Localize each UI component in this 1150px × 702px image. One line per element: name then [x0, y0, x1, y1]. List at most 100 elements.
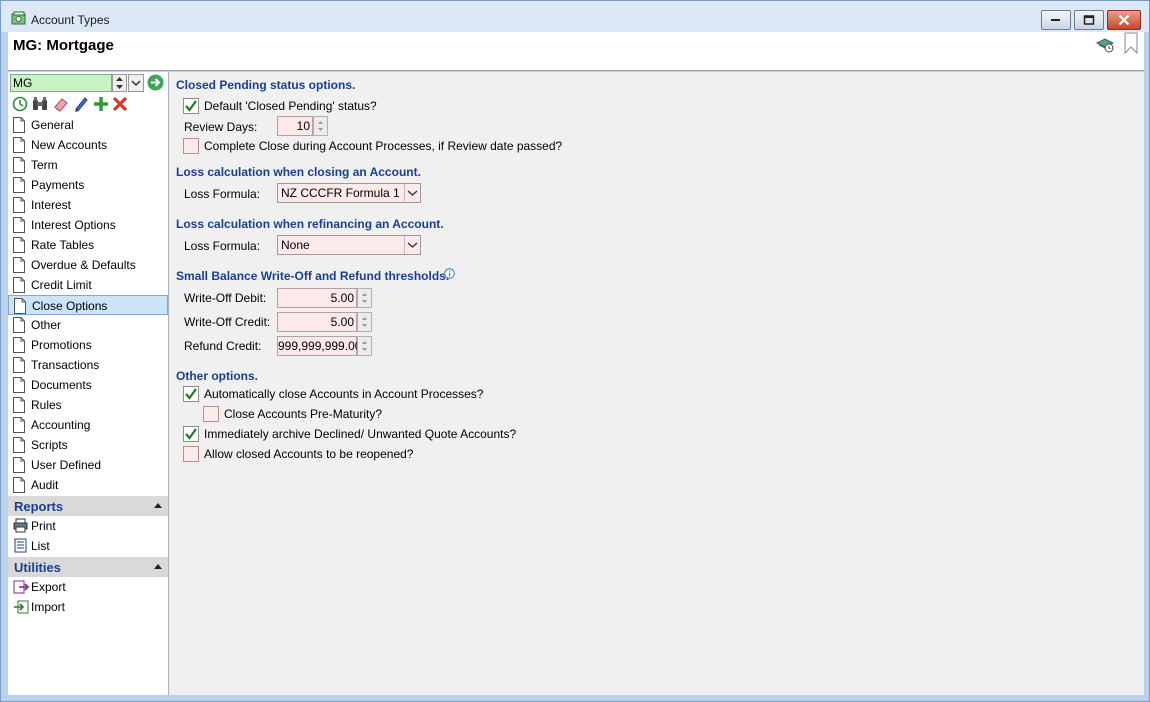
page-icon: [13, 357, 25, 373]
default-closed-pending-checkbox[interactable]: [183, 98, 199, 114]
review-days-input[interactable]: 10: [277, 116, 313, 136]
close-button[interactable]: [1107, 10, 1141, 30]
reports-item-label: List: [31, 539, 50, 553]
complete-close-label: Complete Close during Account Processes,…: [204, 139, 563, 153]
sidebar-item-close-options[interactable]: Close Options: [8, 295, 168, 315]
info-icon[interactable]: [444, 268, 455, 279]
write-off-credit-input[interactable]: 5.00: [277, 312, 357, 332]
page-icon: [13, 157, 25, 173]
close-icon: [1118, 14, 1130, 26]
sidebar-item-label: Credit Limit: [31, 278, 92, 292]
sidebar-item-label: Documents: [31, 378, 92, 392]
history-clock-icon[interactable]: [12, 96, 28, 112]
edit-pencil-icon[interactable]: [73, 96, 89, 112]
page-icon: [13, 217, 25, 233]
sidebar-item-payments[interactable]: Payments: [8, 175, 168, 195]
loss-formula-closing-select[interactable]: NZ CCCFR Formula 1: [277, 183, 421, 203]
history-icon[interactable]: [1095, 35, 1115, 53]
archive-quotes-label: Immediately archive Declined/ Unwanted Q…: [204, 427, 517, 441]
go-arrow-icon[interactable]: [147, 74, 164, 91]
chevron-up-icon: [154, 503, 162, 508]
auto-close-label: Automatically close Accounts in Account …: [204, 387, 484, 401]
sidebar-item-label: Accounting: [31, 418, 91, 432]
account-type-selector[interactable]: MG: [10, 74, 112, 92]
sidebar-item-term[interactable]: Term: [8, 155, 168, 175]
sidebar-item-credit-limit[interactable]: Credit Limit: [8, 275, 168, 295]
sidebar-item-label: Overdue & Defaults: [31, 258, 136, 272]
refund-credit-label: Refund Credit:: [184, 339, 262, 353]
restore-button[interactable]: [1074, 10, 1104, 30]
sidebar-item-label: Rate Tables: [31, 238, 95, 252]
reports-item-list[interactable]: List: [8, 536, 168, 556]
sidebar: MG General New Accounts Term Payments In…: [8, 72, 169, 695]
page-icon: [13, 417, 25, 433]
minimize-icon: [1051, 19, 1060, 21]
sidebar-item-label: Transactions: [31, 358, 100, 372]
loss-refinancing-title: Loss calculation when refinancing an Acc…: [176, 217, 444, 231]
selector-spinner[interactable]: [112, 74, 127, 92]
auto-close-checkbox[interactable]: [183, 386, 199, 402]
sidebar-item-label: Audit: [31, 478, 59, 492]
minimize-button[interactable]: [1041, 10, 1071, 30]
refund-credit-stepper[interactable]: [357, 336, 372, 356]
app-window: Account Types MG: Mortgage MG General Ne…: [0, 0, 1150, 702]
write-off-debit-stepper[interactable]: [357, 288, 372, 308]
pre-maturity-checkbox[interactable]: [203, 406, 219, 422]
sidebar-item-transactions[interactable]: Transactions: [8, 355, 168, 375]
sidebar-item-label: Promotions: [31, 338, 92, 352]
reports-section-header[interactable]: Reports: [8, 496, 168, 516]
allow-reopen-checkbox[interactable]: [183, 446, 199, 462]
page-icon: [13, 177, 25, 193]
selector-dropdown-button[interactable]: [128, 74, 144, 92]
window-title: Account Types: [31, 13, 110, 27]
sidebar-item-user-defined[interactable]: User Defined: [8, 455, 168, 475]
page-icon: [13, 337, 25, 353]
page-icon: [13, 397, 25, 413]
page-icon: [13, 457, 25, 473]
sidebar-item-documents[interactable]: Documents: [8, 375, 168, 395]
binoculars-icon[interactable]: [32, 96, 48, 112]
record-header: MG: Mortgage: [8, 32, 1144, 71]
eraser-icon[interactable]: [53, 96, 69, 112]
sidebar-item-scripts[interactable]: Scripts: [8, 435, 168, 455]
sidebar-item-interest[interactable]: Interest: [8, 195, 168, 215]
write-off-debit-input[interactable]: 5.00: [277, 288, 357, 308]
sidebar-item-label: Payments: [31, 178, 85, 192]
page-icon: [13, 277, 25, 293]
add-icon[interactable]: [93, 96, 109, 112]
sidebar-item-label: Term: [31, 158, 58, 172]
refund-credit-input[interactable]: 999,999,999.00: [277, 336, 361, 356]
checkmark-icon: [185, 428, 197, 440]
archive-quotes-checkbox[interactable]: [183, 426, 199, 442]
sidebar-item-accounting[interactable]: Accounting: [8, 415, 168, 435]
utilities-item-import[interactable]: Import: [8, 597, 168, 617]
sidebar-item-label: Interest Options: [31, 218, 116, 232]
utilities-section-title: Utilities: [14, 560, 61, 575]
sidebar-item-new-accounts[interactable]: New Accounts: [8, 135, 168, 155]
thresholds-title: Small Balance Write-Off and Refund thres…: [176, 269, 450, 283]
spin-arrows-icon: [318, 121, 323, 131]
loss-closing-title: Loss calculation when closing an Account…: [176, 165, 421, 179]
bookmark-icon[interactable]: [1123, 32, 1139, 54]
delete-icon[interactable]: [112, 96, 128, 112]
sidebar-item-promotions[interactable]: Promotions: [8, 335, 168, 355]
sidebar-item-rate-tables[interactable]: Rate Tables: [8, 235, 168, 255]
sidebar-item-general[interactable]: General: [8, 115, 168, 135]
page-icon: [13, 437, 25, 453]
write-off-credit-stepper[interactable]: [357, 312, 372, 332]
sidebar-item-label: Other: [31, 318, 62, 332]
sidebar-item-interest-options[interactable]: Interest Options: [8, 215, 168, 235]
sidebar-item-label: New Accounts: [31, 138, 108, 152]
sidebar-item-overdue-defaults[interactable]: Overdue & Defaults: [8, 255, 168, 275]
restore-icon: [1083, 15, 1095, 25]
reports-item-print[interactable]: Print: [8, 516, 168, 536]
sidebar-item-other[interactable]: Other: [8, 315, 168, 335]
complete-close-checkbox[interactable]: [183, 138, 199, 154]
sidebar-item-rules[interactable]: Rules: [8, 395, 168, 415]
review-days-stepper[interactable]: [313, 116, 328, 136]
utilities-item-export[interactable]: Export: [8, 577, 168, 597]
utilities-section-header[interactable]: Utilities: [8, 557, 168, 577]
loss-formula-refinancing-select[interactable]: None: [277, 235, 421, 255]
sidebar-item-audit[interactable]: Audit: [8, 475, 168, 495]
review-days-label: Review Days:: [184, 120, 258, 134]
